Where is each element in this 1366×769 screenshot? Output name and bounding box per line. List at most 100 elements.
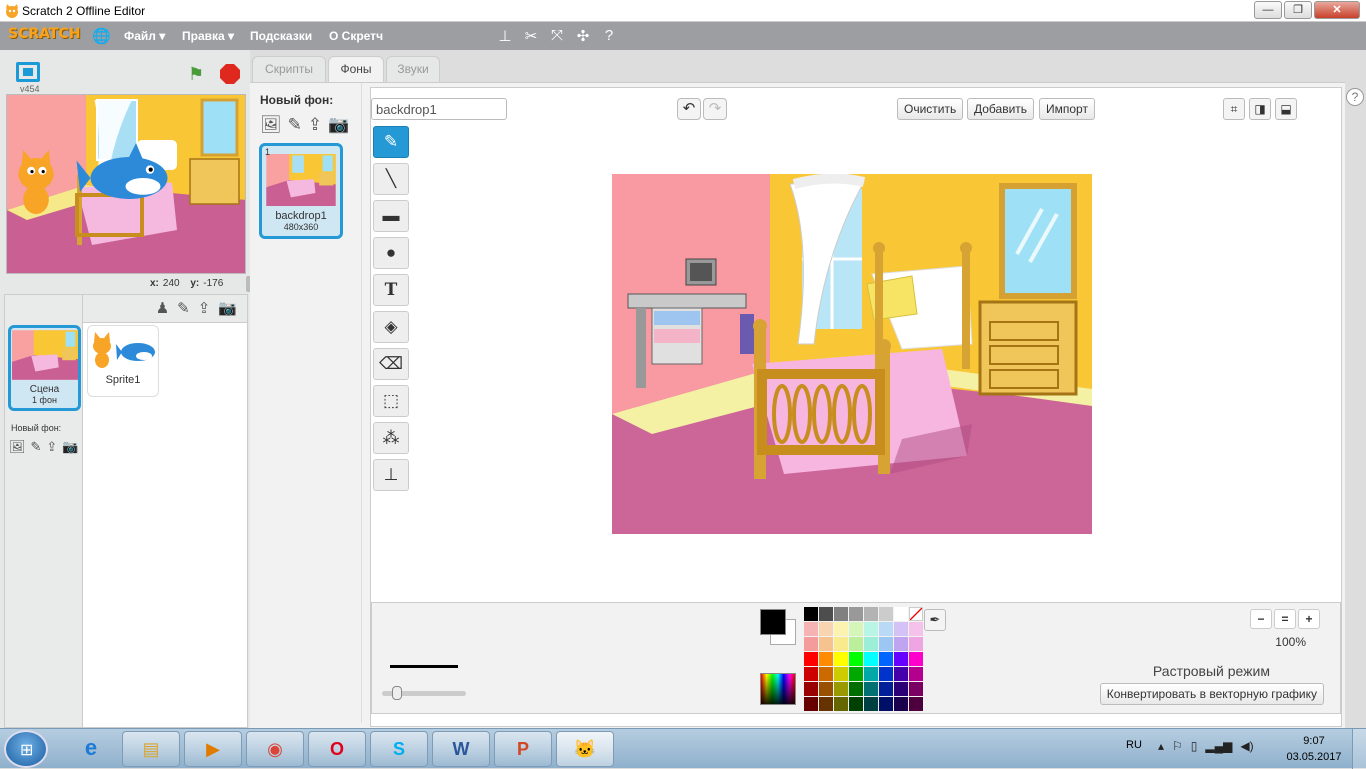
color-swatch[interactable] bbox=[864, 637, 878, 651]
word-icon[interactable]: W bbox=[432, 731, 490, 767]
color-swatch[interactable] bbox=[834, 637, 848, 651]
media-player-icon[interactable]: ▶ bbox=[184, 731, 242, 767]
color-swatch[interactable] bbox=[894, 667, 908, 681]
eraser-tool-icon[interactable]: ⌫ bbox=[373, 348, 409, 380]
menu-file[interactable]: Файл ▾ bbox=[124, 29, 165, 43]
right-scrollbar[interactable] bbox=[1346, 110, 1366, 730]
color-swatch[interactable] bbox=[879, 637, 893, 651]
color-swatch[interactable] bbox=[864, 667, 878, 681]
color-swatch[interactable] bbox=[834, 667, 848, 681]
volume-icon[interactable]: ◀) bbox=[1240, 739, 1253, 753]
tab-backdrops[interactable]: Фоны bbox=[328, 56, 384, 82]
primary-color-swatch[interactable] bbox=[760, 609, 786, 635]
show-desktop-button[interactable] bbox=[1352, 729, 1366, 769]
zoom-reset-icon[interactable]: = bbox=[1274, 609, 1296, 629]
paint-sprite-icon[interactable]: ✎ bbox=[177, 299, 190, 317]
color-swatch[interactable] bbox=[909, 622, 923, 636]
color-swatch[interactable] bbox=[849, 622, 863, 636]
upload-backdrop-icon[interactable]: ⇪ bbox=[308, 115, 322, 135]
color-swatch[interactable] bbox=[804, 682, 818, 696]
scratch-logo[interactable]: SCRATCH bbox=[8, 26, 80, 42]
color-swatch[interactable] bbox=[819, 622, 833, 636]
scratch-task-icon[interactable]: 🐱 bbox=[556, 731, 614, 767]
flag-icon[interactable]: ⚐ bbox=[1172, 739, 1183, 753]
magic-select-tool-icon[interactable]: ⁂ bbox=[373, 422, 409, 454]
grow-icon[interactable]: ⤧ bbox=[548, 27, 566, 44]
stop-sign-icon[interactable] bbox=[220, 64, 240, 84]
color-swatch[interactable] bbox=[894, 622, 908, 636]
backdrop-library-icon[interactable]: 🖼 bbox=[260, 115, 282, 135]
sprite-thumbnail[interactable]: Sprite1 bbox=[87, 325, 159, 397]
skype-icon[interactable]: S bbox=[370, 731, 428, 767]
menu-tips[interactable]: Подсказки bbox=[250, 29, 312, 43]
color-swatch[interactable] bbox=[909, 652, 923, 666]
minimize-button[interactable]: — bbox=[1254, 1, 1282, 19]
upload-sprite-icon[interactable]: ⇪ bbox=[198, 299, 211, 317]
menu-edit[interactable]: Правка ▾ bbox=[182, 29, 234, 43]
color-swatch[interactable] bbox=[804, 637, 818, 651]
explorer-icon[interactable]: ▤ bbox=[122, 731, 180, 767]
color-swatch[interactable] bbox=[849, 667, 863, 681]
powerpoint-icon[interactable]: P bbox=[494, 731, 552, 767]
paint-backdrop-icon[interactable]: ✎ bbox=[31, 439, 42, 455]
undo-icon[interactable]: ↶ bbox=[677, 98, 701, 120]
color-swatch[interactable] bbox=[834, 652, 848, 666]
rectangle-tool-icon[interactable]: ▬ bbox=[373, 200, 409, 232]
fill-tool-icon[interactable]: ◈ bbox=[373, 311, 409, 343]
color-swatch[interactable] bbox=[804, 607, 818, 621]
color-swatch[interactable] bbox=[909, 667, 923, 681]
color-swatch[interactable] bbox=[894, 607, 908, 621]
delete-cut-icon[interactable]: ✂ bbox=[522, 27, 540, 45]
sprite-library-icon[interactable]: ♟ bbox=[156, 299, 169, 317]
color-picker-gradient[interactable] bbox=[760, 673, 796, 705]
color-swatch[interactable] bbox=[909, 682, 923, 696]
clear-button[interactable]: Очистить bbox=[897, 98, 964, 120]
color-swatch[interactable] bbox=[819, 667, 833, 681]
menu-about[interactable]: О Скретч bbox=[329, 29, 383, 43]
line-tool-icon[interactable]: ╲ bbox=[373, 163, 409, 195]
brush-tool-icon[interactable]: ✎ bbox=[373, 126, 409, 158]
color-swatch[interactable] bbox=[879, 622, 893, 636]
slider-knob[interactable] bbox=[392, 686, 402, 700]
camera-backdrop-icon[interactable]: 📷 bbox=[328, 115, 349, 135]
zoom-in-icon[interactable]: + bbox=[1298, 609, 1320, 629]
close-button[interactable]: ✕ bbox=[1314, 1, 1360, 19]
drawing-canvas[interactable] bbox=[612, 174, 1092, 534]
color-swatch[interactable] bbox=[894, 697, 908, 711]
camera-backdrop-icon[interactable]: 📷 bbox=[62, 439, 78, 455]
backdrop-item[interactable]: 1 backdrop1 480x360 bbox=[259, 143, 343, 239]
green-flag-icon[interactable]: ⚑ bbox=[188, 64, 204, 85]
color-swatch[interactable] bbox=[819, 652, 833, 666]
color-swatch[interactable] bbox=[849, 652, 863, 666]
stage-canvas[interactable] bbox=[6, 94, 246, 274]
color-swatch[interactable] bbox=[879, 667, 893, 681]
color-swatch[interactable] bbox=[879, 682, 893, 696]
text-tool-icon[interactable]: T bbox=[373, 274, 409, 306]
color-swatch[interactable] bbox=[894, 652, 908, 666]
color-swatch[interactable] bbox=[819, 697, 833, 711]
backdrop-library-icon[interactable]: 🖼 bbox=[9, 439, 26, 455]
color-swatch[interactable] bbox=[864, 697, 878, 711]
color-swatch[interactable] bbox=[834, 622, 848, 636]
color-swatch[interactable] bbox=[909, 697, 923, 711]
eyedropper-icon[interactable]: ✒ bbox=[924, 609, 946, 631]
import-button[interactable]: Импорт bbox=[1039, 98, 1095, 120]
redo-icon[interactable]: ↷ bbox=[703, 98, 727, 120]
color-swatch[interactable] bbox=[864, 622, 878, 636]
color-swatch[interactable] bbox=[849, 697, 863, 711]
ellipse-tool-icon[interactable]: ● bbox=[373, 237, 409, 269]
network-icon[interactable]: ▂▄▆ bbox=[1205, 739, 1232, 753]
stamp-tool-icon[interactable]: ⊥ bbox=[373, 459, 409, 491]
help-icon[interactable]: ? bbox=[1346, 88, 1364, 106]
flip-horizontal-icon[interactable]: ◨ bbox=[1249, 98, 1271, 120]
color-swatch[interactable] bbox=[819, 682, 833, 696]
color-swatch[interactable] bbox=[804, 697, 818, 711]
zoom-out-icon[interactable]: − bbox=[1250, 609, 1272, 629]
convert-to-vector-button[interactable]: Конвертировать в векторную графику bbox=[1099, 683, 1324, 705]
fullscreen-icon[interactable] bbox=[16, 62, 40, 82]
color-swatch[interactable] bbox=[804, 622, 818, 636]
color-swatch[interactable] bbox=[864, 682, 878, 696]
paint-backdrop-icon[interactable]: ✎ bbox=[288, 115, 302, 135]
color-swatch[interactable] bbox=[849, 637, 863, 651]
select-tool-icon[interactable]: ⬚ bbox=[373, 385, 409, 417]
